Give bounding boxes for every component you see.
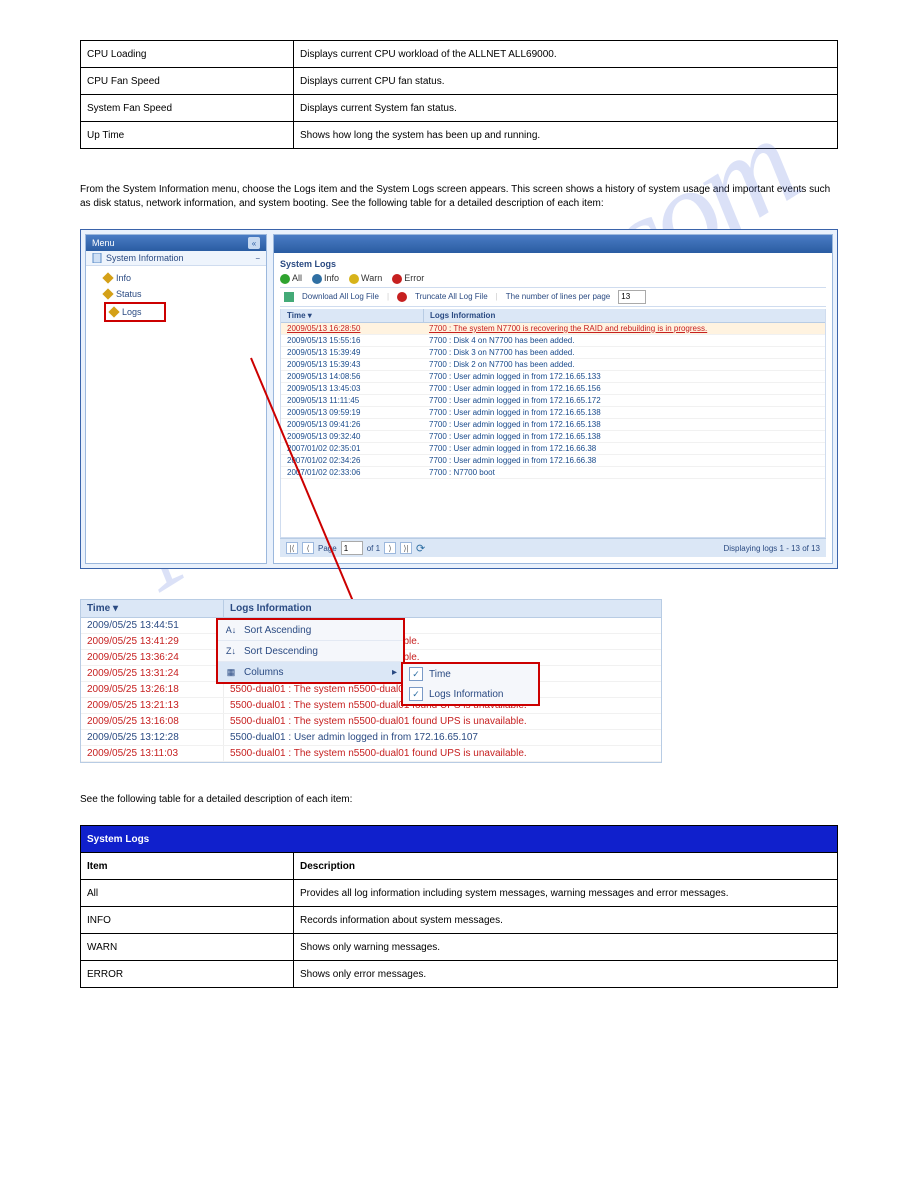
sort-desc-icon: Z↓ — [224, 644, 238, 658]
tree-status[interactable]: Status — [104, 286, 266, 302]
table-row: CPU LoadingDisplays current CPU workload… — [81, 41, 838, 68]
log-row[interactable]: 2009/05/13 09:41:267700 : User admin log… — [281, 419, 825, 431]
columns-icon: ▦ — [224, 665, 238, 679]
first-page-button[interactable]: |⟨ — [286, 542, 298, 554]
prev-page-button[interactable]: ⟨ — [302, 542, 314, 554]
refresh-icon[interactable]: ⟳ — [416, 542, 425, 555]
menu-header: Menu « — [86, 235, 266, 251]
log-row[interactable]: 2009/05/13 15:55:167700 : Disk 4 on N770… — [281, 335, 825, 347]
log-grid: Time ▾ Logs Information 2009/05/13 16:28… — [280, 309, 826, 538]
tree-logs[interactable]: Logs — [104, 302, 166, 322]
delete-icon — [397, 292, 407, 302]
page-of-label: of 1 — [367, 544, 380, 553]
desc-header: System Logs — [81, 826, 838, 853]
lines-label: The number of lines per page — [506, 292, 611, 301]
detail-row[interactable]: 2009/05/25 13:12:285500-dual01 : User ad… — [81, 730, 661, 746]
log-row[interactable]: 2009/05/13 16:28:507700 : The system N77… — [281, 323, 825, 335]
cube-icon — [102, 288, 113, 299]
menu-title: Menu — [92, 238, 115, 248]
table-row: AllProvides all log information includin… — [81, 880, 838, 907]
detail-col-time[interactable]: Time ▾ — [81, 600, 224, 617]
log-row[interactable]: 2009/05/13 15:39:437700 : Disk 2 on N770… — [281, 359, 825, 371]
detail-row[interactable]: 2009/05/25 13:11:035500-dual01 : The sys… — [81, 746, 661, 762]
file-toolbar: Download All Log File | Truncate All Log… — [280, 287, 826, 307]
detail-col-info[interactable]: Logs Information — [224, 600, 661, 617]
table-row: WARNShows only warning messages. — [81, 934, 838, 961]
detail-row[interactable]: 2009/05/25 13:16:085500-dual01 : The sys… — [81, 714, 661, 730]
disk-icon — [284, 292, 294, 302]
cube-icon — [102, 272, 113, 283]
page-icon — [92, 253, 102, 263]
error-icon — [392, 274, 402, 284]
menu-collapse-icon[interactable]: « — [248, 237, 260, 249]
log-row[interactable]: 2007/01/02 02:33:067700 : N7700 boot — [281, 467, 825, 479]
display-label: Displaying logs 1 - 13 of 13 — [724, 544, 821, 553]
syslog-screenshot: Menu « System Information − Info Status … — [80, 229, 838, 569]
warn-icon — [349, 274, 359, 284]
description-table: System Logs ItemDescriptionAllProvides a… — [80, 825, 838, 988]
sort-desc-item[interactable]: Z↓ Sort Descending — [218, 641, 403, 662]
context-menu: A↓ Sort Ascending Z↓ Sort Descending ▦ C… — [216, 618, 405, 684]
table-row: CPU Fan SpeedDisplays current CPU fan st… — [81, 68, 838, 95]
menu-tree: Info Status Logs — [86, 266, 266, 322]
log-row[interactable]: 2009/05/13 11:11:457700 : User admin log… — [281, 395, 825, 407]
table-row: ERRORShows only error messages. — [81, 961, 838, 988]
filter-all[interactable]: All — [280, 273, 302, 284]
detail-row[interactable]: 2009/05/25 13:21:135500-dual01 : The sys… — [81, 698, 661, 714]
last-page-button[interactable]: ⟩| — [400, 542, 412, 554]
table-row: ItemDescription — [81, 853, 838, 880]
truncate-log-button[interactable]: Truncate All Log File — [415, 292, 488, 301]
syslog-title: System Logs — [280, 259, 826, 269]
filter-error[interactable]: Error — [392, 273, 424, 284]
log-row[interactable]: 2009/05/13 09:59:197700 : User admin log… — [281, 407, 825, 419]
checkbox-checked-icon: ✓ — [409, 667, 423, 681]
second-paragraph: See the following table for a detailed d… — [80, 793, 838, 807]
next-page-button[interactable]: ⟩ — [384, 542, 396, 554]
pager-bar: |⟨ ⟨ Page of 1 ⟩ ⟩| ⟳ Displaying logs 1 … — [280, 538, 826, 557]
log-row[interactable]: 2009/05/13 14:08:567700 : User admin log… — [281, 371, 825, 383]
col-toggle-info[interactable]: ✓ Logs Information — [403, 684, 538, 704]
lines-input[interactable] — [618, 290, 646, 304]
sort-asc-icon: A↓ — [224, 623, 238, 637]
detail-row[interactable]: 2009/05/25 13:26:185500-dual01 : The sys… — [81, 682, 661, 698]
log-row[interactable]: 2009/05/13 09:32:407700 : User admin log… — [281, 431, 825, 443]
table-row: Up TimeShows how long the system has bee… — [81, 122, 838, 149]
sysinfo-band[interactable]: System Information − — [86, 251, 266, 266]
filter-info[interactable]: Info — [312, 273, 339, 284]
page-input[interactable] — [341, 541, 363, 555]
page-label: Page — [318, 544, 337, 553]
download-log-button[interactable]: Download All Log File — [302, 292, 379, 301]
log-row[interactable]: 2007/01/02 02:35:017700 : User admin log… — [281, 443, 825, 455]
main-header-bar — [274, 235, 832, 253]
col-header-info[interactable]: Logs Information — [424, 309, 825, 322]
columns-submenu: ✓ Time ✓ Logs Information — [401, 662, 540, 706]
filter-bar: All Info Warn Error — [280, 273, 826, 284]
tree-info[interactable]: Info — [104, 270, 266, 286]
menu-panel: Menu « System Information − Info Status … — [85, 234, 267, 564]
table-row: System Fan SpeedDisplays current System … — [81, 95, 838, 122]
status-table: CPU LoadingDisplays current CPU workload… — [80, 40, 838, 149]
cube-icon — [108, 306, 119, 317]
checkbox-checked-icon: ✓ — [409, 687, 423, 701]
filter-warn[interactable]: Warn — [349, 273, 382, 284]
info-icon — [312, 274, 322, 284]
main-panel: System Logs All Info Warn Error Download… — [273, 234, 833, 564]
intro-paragraph: From the System Information menu, choose… — [80, 183, 838, 211]
sort-asc-item[interactable]: A↓ Sort Ascending — [218, 620, 403, 641]
col-header-time[interactable]: Time ▾ — [281, 309, 424, 322]
detail-table: Time ▾ Logs Information 2009/05/25 13:44… — [80, 599, 662, 763]
log-row[interactable]: 2009/05/13 13:45:037700 : User admin log… — [281, 383, 825, 395]
columns-item[interactable]: ▦ Columns ▸ — [218, 662, 403, 682]
log-row[interactable]: 2007/01/02 02:34:267700 : User admin log… — [281, 455, 825, 467]
log-row[interactable]: 2009/05/13 15:39:497700 : Disk 3 on N770… — [281, 347, 825, 359]
all-icon — [280, 274, 290, 284]
sysinfo-label: System Information — [106, 253, 184, 263]
col-toggle-time[interactable]: ✓ Time — [403, 664, 538, 684]
table-row: INFORecords information about system mes… — [81, 907, 838, 934]
